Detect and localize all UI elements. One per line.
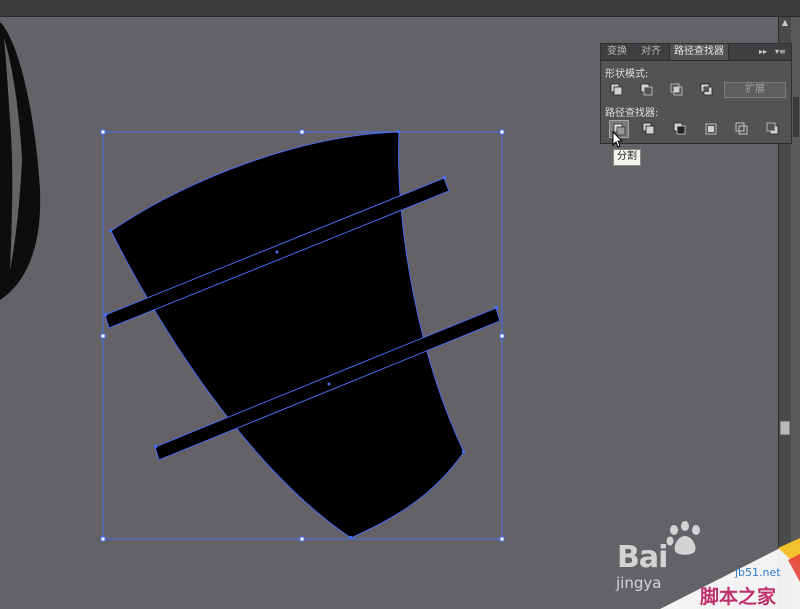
trim-icon[interactable] bbox=[639, 120, 659, 138]
scrollbar-thumb[interactable] bbox=[780, 421, 790, 435]
tab-transform[interactable]: 变换 bbox=[603, 44, 631, 60]
crop-icon[interactable] bbox=[701, 120, 721, 138]
minus-back-icon[interactable] bbox=[763, 120, 783, 138]
jb51-cn-text: 脚本之家 bbox=[700, 586, 777, 608]
minus-front-icon[interactable] bbox=[637, 81, 657, 99]
shape-modes-label: 形状模式: bbox=[605, 69, 649, 80]
exclude-icon[interactable] bbox=[697, 81, 717, 99]
collapse-panel-icon[interactable]: ▸▸ bbox=[759, 46, 767, 58]
lower-bar-center-point bbox=[327, 382, 331, 386]
pathfinders-label: 路径查找器: bbox=[605, 108, 659, 119]
upper-bar-center-point bbox=[275, 250, 279, 254]
panel-tabs: 变换 对齐 路径查找器 ▸▸ ▾≡ bbox=[601, 44, 791, 61]
jingyan-watermark: jingya bbox=[616, 574, 662, 592]
dock-handle[interactable] bbox=[793, 97, 799, 137]
pathfinder-panel: 变换 对齐 路径查找器 ▸▸ ▾≡ 形状模式: 扩展 路径查找器: bbox=[600, 43, 792, 144]
jb51-site-text: jb51.net bbox=[735, 566, 781, 579]
panel-menu-icon[interactable]: ▾≡ bbox=[775, 46, 786, 58]
intersect-icon[interactable] bbox=[667, 81, 687, 99]
divide-tooltip: 分割 bbox=[613, 149, 641, 166]
top-toolbar bbox=[0, 0, 800, 17]
expand-button[interactable]: 扩展 bbox=[724, 82, 786, 98]
merge-icon[interactable] bbox=[670, 120, 690, 138]
outline-icon[interactable] bbox=[732, 120, 752, 138]
unite-icon[interactable] bbox=[607, 81, 627, 99]
right-dock-edge bbox=[791, 17, 800, 609]
scroll-up-icon[interactable]: ▲ bbox=[779, 17, 791, 29]
tab-pathfinder[interactable]: 路径查找器 bbox=[669, 44, 729, 60]
tab-align[interactable]: 对齐 bbox=[637, 44, 665, 60]
mouse-pointer-icon bbox=[612, 131, 624, 148]
